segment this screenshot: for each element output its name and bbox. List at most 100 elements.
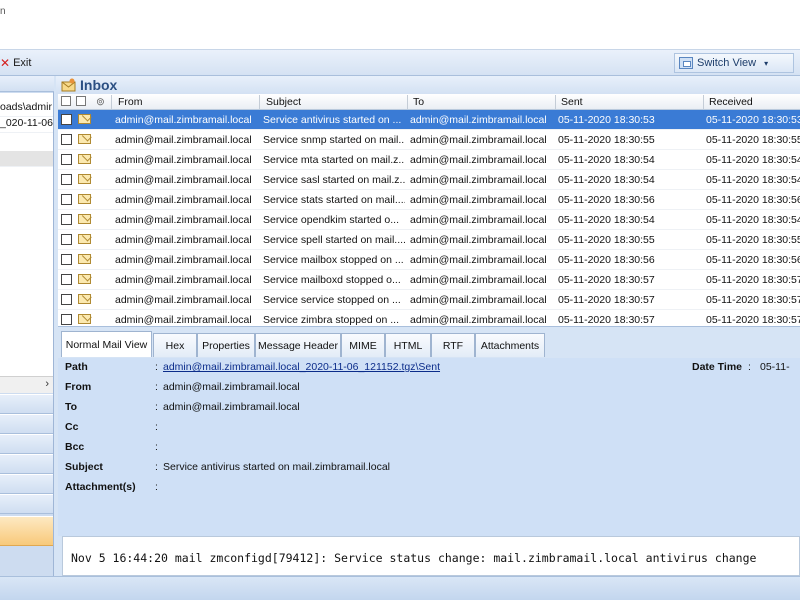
- read-status-column-icon[interactable]: [76, 96, 86, 106]
- cell-received: 05-11-2020 18:30:54: [706, 174, 800, 186]
- dropdown-arrow-icon: ▾: [764, 58, 769, 68]
- nav-strip[interactable]: [0, 434, 53, 454]
- row-checkbox[interactable]: [61, 234, 72, 245]
- path-link[interactable]: admin@mail.zimbramail.local_2020-11-06_1…: [163, 361, 440, 373]
- cell-from: admin@mail.zimbramail.local: [115, 254, 252, 266]
- cell-received: 05-11-2020 18:30:54: [706, 214, 800, 226]
- nav-strip-active[interactable]: [0, 516, 53, 546]
- exit-button[interactable]: ✕ Exit: [0, 56, 31, 70]
- cell-to: admin@mail.zimbramail.local: [410, 294, 547, 306]
- date-time-label: Date Time: [692, 361, 742, 373]
- inbox-icon: [61, 78, 76, 92]
- cell-to: admin@mail.zimbramail.local: [410, 234, 547, 246]
- inbox-header: Inbox: [56, 76, 800, 94]
- tab-rtf[interactable]: RTF: [431, 333, 475, 357]
- nav-strip[interactable]: [0, 474, 53, 494]
- cell-to: admin@mail.zimbramail.local: [410, 254, 547, 266]
- nav-strip[interactable]: [0, 494, 53, 514]
- tree-item-selected[interactable]: [0, 151, 53, 167]
- tab-html[interactable]: HTML: [385, 333, 431, 357]
- row-checkbox[interactable]: [61, 174, 72, 185]
- email-row[interactable]: admin@mail.zimbramail.local Service zimbr…: [58, 310, 800, 326]
- cell-from: admin@mail.zimbramail.local: [115, 174, 252, 186]
- envelope-icon: [78, 294, 91, 304]
- cell-from: admin@mail.zimbramail.local: [115, 214, 252, 226]
- select-all-checkbox[interactable]: [61, 96, 71, 106]
- switch-view-button[interactable]: Switch View ▾: [674, 53, 794, 73]
- cell-sent: 05-11-2020 18:30:56: [558, 254, 655, 266]
- cell-subject: Service opendkim started o...: [263, 214, 399, 226]
- cell-sent: 05-11-2020 18:30:54: [558, 174, 655, 186]
- envelope-icon: [78, 314, 91, 324]
- cell-received: 05-11-2020 18:30:56: [706, 194, 800, 206]
- email-row[interactable]: admin@mail.zimbramail.local Service opend…: [58, 210, 800, 230]
- inbox-title: Inbox: [80, 77, 118, 93]
- row-checkbox[interactable]: [61, 134, 72, 145]
- cell-from: admin@mail.zimbramail.local: [115, 234, 252, 246]
- cell-subject: Service sasl started on mail.z...: [263, 174, 405, 186]
- switch-view-label: Switch View: [697, 57, 757, 69]
- email-row[interactable]: admin@mail.zimbramail.local Service sasl …: [58, 170, 800, 190]
- column-received[interactable]: Received: [709, 96, 753, 108]
- email-row[interactable]: admin@mail.zimbramail.local Service mta s…: [58, 150, 800, 170]
- attachment-column-icon[interactable]: ⊚: [96, 96, 105, 108]
- cell-to: admin@mail.zimbramail.local: [410, 274, 547, 286]
- window-title: n: [0, 6, 6, 17]
- mail-details: Path : admin@mail.zimbramail.local_2020-…: [58, 358, 800, 536]
- email-row[interactable]: admin@mail.zimbramail.local Service servi…: [58, 290, 800, 310]
- close-icon: ✕: [0, 56, 11, 70]
- email-row[interactable]: admin@mail.zimbramail.local Service stats…: [58, 190, 800, 210]
- email-row[interactable]: admin@mail.zimbramail.local Service antiv…: [58, 110, 800, 130]
- row-checkbox[interactable]: [61, 294, 72, 305]
- cell-received: 05-11-2020 18:30:55: [706, 234, 800, 246]
- column-sent[interactable]: Sent: [561, 96, 583, 108]
- nav-strip[interactable]: [0, 454, 53, 474]
- tab-message-header[interactable]: Message Header: [255, 333, 341, 357]
- detail-tabs: Normal Mail View Hex Properties Message …: [58, 326, 800, 358]
- scroll-right-icon[interactable]: ›: [45, 378, 49, 390]
- email-row[interactable]: admin@mail.zimbramail.local Service mailb…: [58, 270, 800, 290]
- cell-sent: 05-11-2020 18:30:55: [558, 234, 655, 246]
- column-to[interactable]: To: [413, 96, 424, 108]
- cell-sent: 05-11-2020 18:30:53: [558, 114, 655, 126]
- cell-sent: 05-11-2020 18:30:57: [558, 314, 655, 326]
- tab-properties[interactable]: Properties: [197, 333, 255, 357]
- row-checkbox[interactable]: [61, 214, 72, 225]
- nav-strip[interactable]: [0, 394, 53, 414]
- column-from[interactable]: From: [118, 96, 143, 108]
- cell-received: 05-11-2020 18:30:56: [706, 254, 800, 266]
- toolbar: ✕ Exit Switch View ▾: [0, 50, 800, 76]
- row-checkbox[interactable]: [61, 194, 72, 205]
- envelope-icon: [78, 234, 91, 244]
- message-body[interactable]: Nov 5 16:44:20 mail zmconfigd[79412]: Se…: [62, 536, 800, 576]
- cell-to: admin@mail.zimbramail.local: [410, 314, 547, 326]
- cell-from: admin@mail.zimbramail.local: [115, 314, 252, 326]
- tree-item[interactable]: oads\admir: [0, 101, 53, 117]
- cell-from: admin@mail.zimbramail.local: [115, 114, 252, 126]
- tree-horizontal-scrollbar[interactable]: ›: [0, 376, 53, 393]
- row-checkbox[interactable]: [61, 314, 72, 325]
- tree-item[interactable]: 020-11-06_: [0, 117, 53, 133]
- row-checkbox[interactable]: [61, 254, 72, 265]
- cell-received: 05-11-2020 18:30:55: [706, 134, 800, 146]
- cell-from: admin@mail.zimbramail.local: [115, 154, 252, 166]
- tab-attachments[interactable]: Attachments: [475, 333, 545, 357]
- email-row[interactable]: admin@mail.zimbramail.local Service mailb…: [58, 250, 800, 270]
- email-row[interactable]: admin@mail.zimbramail.local Service spell…: [58, 230, 800, 250]
- tab-hex[interactable]: Hex: [153, 333, 197, 357]
- row-checkbox[interactable]: [61, 274, 72, 285]
- tab-normal-mail-view[interactable]: Normal Mail View: [61, 331, 152, 357]
- path-label: Path: [65, 361, 88, 373]
- cell-subject: Service snmp started on mail....: [263, 134, 405, 146]
- row-checkbox[interactable]: [61, 154, 72, 165]
- row-checkbox[interactable]: [61, 114, 72, 125]
- email-row[interactable]: admin@mail.zimbramail.local Service snmp …: [58, 130, 800, 150]
- envelope-icon: [78, 114, 91, 124]
- nav-strip[interactable]: [0, 414, 53, 434]
- cell-sent: 05-11-2020 18:30:56: [558, 194, 655, 206]
- window-menu-area: [0, 26, 800, 50]
- tab-mime[interactable]: MIME: [341, 333, 385, 357]
- cell-received: 05-11-2020 18:30:57: [706, 314, 800, 326]
- switch-view-icon: [679, 57, 693, 69]
- column-subject[interactable]: Subject: [266, 96, 301, 108]
